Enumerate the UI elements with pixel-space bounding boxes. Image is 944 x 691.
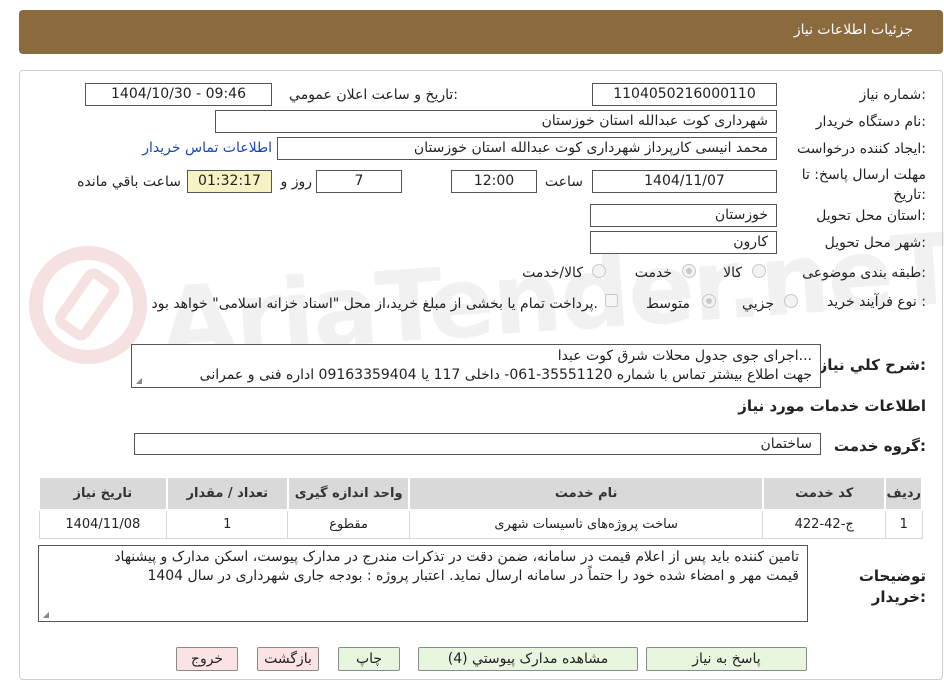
table-header-row: ردیف کد خدمت نام خدمت واحد اندازه گیری ت… — [38, 476, 923, 511]
radio-medium[interactable] — [702, 294, 716, 308]
buyer-notes-label: توضیحات خریدار: — [858, 567, 926, 606]
province-label: استان محل تحویل: — [816, 208, 926, 224]
creator-field: محمد انیسی کارپرداز شهرداری کوت عبدالله … — [277, 137, 777, 160]
remaining-time-field: 01:32:17 — [187, 170, 272, 193]
cell-row: 1 — [884, 509, 923, 539]
radio-goods[interactable] — [752, 264, 766, 278]
service-group-field: ساختمان — [134, 433, 821, 455]
page-title: جزئیات اطلاعات نیاز — [793, 22, 913, 38]
radio-goods-service-label: کالا/خدمت — [522, 265, 583, 281]
treasury-checkbox[interactable] — [605, 294, 618, 307]
buyer-contact-link[interactable]: اطلاعات تماس خریدار — [142, 140, 272, 156]
cell-code: ج-42-422 — [762, 509, 886, 539]
respond-button[interactable]: پاسخ به نیاز — [646, 647, 807, 671]
category-label: طبقه بندی موضوعی: — [802, 265, 926, 281]
announce-label: تاریخ و ساعت اعلان عمومي: — [289, 87, 458, 103]
cell-name: ساخت پروژه‌های تاسیسات شهری — [408, 509, 764, 539]
deadline-date-field: 1404/11/07 — [592, 170, 777, 193]
buyer-notes-textarea[interactable]: تامین کننده باید پس از اعلام قیمت در سام… — [38, 545, 808, 622]
cell-date: 1404/11/08 — [38, 509, 168, 539]
buyer-org-field: شهرداری کوت عبدالله استان خوزستان — [215, 110, 777, 133]
radio-service[interactable] — [682, 264, 696, 278]
description-line-1: اجرای جوی جدول محلات شرق کوت عبدا... — [557, 348, 812, 364]
treasury-note: پرداخت تمام یا بخشی از مبلغ خرید،از محل … — [151, 296, 598, 312]
col-code: کد خدمت — [761, 476, 887, 511]
col-row: ردیف — [884, 476, 923, 511]
radio-service-label: خدمت — [634, 265, 672, 281]
need-number-label: شماره نیاز: — [859, 87, 926, 103]
city-field: کارون — [590, 231, 777, 254]
announce-field: 1404/10/30 - 09:46 — [85, 83, 272, 106]
deadline-label: مهلت ارسال پاسخ: تا تاریخ: — [801, 167, 926, 203]
resize-grip-icon[interactable]: ◢ — [134, 377, 142, 385]
need-number-field: 1104050216000110 — [592, 83, 777, 106]
resize-grip-icon[interactable]: ◢ — [41, 611, 49, 619]
remaining-time-label: ساعت باقي مانده — [77, 174, 181, 190]
province-field: خوزستان — [590, 204, 777, 227]
description-line-2: جهت اطلاع بیشتر تماس با شماره 35551120-0… — [199, 367, 812, 383]
buyer-notes-line-2: قیمت مهر و امضاء شده خود را حتماً در سام… — [147, 568, 799, 584]
radio-medium-label: متوسط — [646, 296, 690, 312]
deadline-time-field: 12:00 — [451, 170, 537, 193]
buyer-org-label: نام دستگاه خریدار: — [815, 114, 926, 130]
radio-goods-service[interactable] — [592, 264, 606, 278]
radio-minor[interactable] — [784, 294, 798, 308]
radio-goods-label: کالا — [723, 265, 742, 281]
description-textarea[interactable]: اجرای جوی جدول محلات شرق کوت عبدا... جهت… — [131, 344, 821, 388]
col-qty: تعداد / مقدار — [165, 476, 289, 511]
deadline-time-label: ساعت — [544, 174, 583, 190]
services-table: ردیف کد خدمت نام خدمت واحد اندازه گیری ت… — [38, 476, 923, 539]
process-label: نوع فرآیند خرید : — [827, 294, 926, 310]
radio-minor-label: جزیي — [742, 296, 774, 312]
cell-unit: مقطوع — [287, 509, 410, 539]
back-button[interactable]: بازگشت — [257, 647, 319, 671]
table-row: 1 ج-42-422 ساخت پروژه‌های تاسیسات شهری م… — [38, 509, 923, 539]
creator-label: ایجاد کننده درخواست: — [797, 141, 926, 157]
col-name: نام خدمت — [408, 476, 764, 511]
services-section-title: اطلاعات خدمات مورد نیاز — [738, 397, 926, 415]
description-label: شرح کلي نیاز: — [818, 356, 926, 374]
page-header: جزئیات اطلاعات نیاز — [19, 10, 943, 54]
remaining-days-field: 7 — [316, 170, 402, 193]
buyer-notes-line-1: تامین کننده باید پس از اعلام قیمت در سام… — [114, 549, 799, 565]
col-date: تاریخ نیاز — [38, 476, 168, 511]
print-button[interactable]: چاپ — [338, 647, 400, 671]
col-unit: واحد اندازه گیری — [286, 476, 411, 511]
days-label: روز و — [280, 174, 313, 190]
attachments-button[interactable]: مشاهده مدارک پیوستي (4) — [418, 647, 638, 671]
service-group-label: گروه خدمت: — [833, 437, 926, 455]
city-label: شهر محل تحویل: — [824, 235, 926, 251]
cell-qty: 1 — [166, 509, 289, 539]
exit-button[interactable]: خروج — [176, 647, 238, 671]
